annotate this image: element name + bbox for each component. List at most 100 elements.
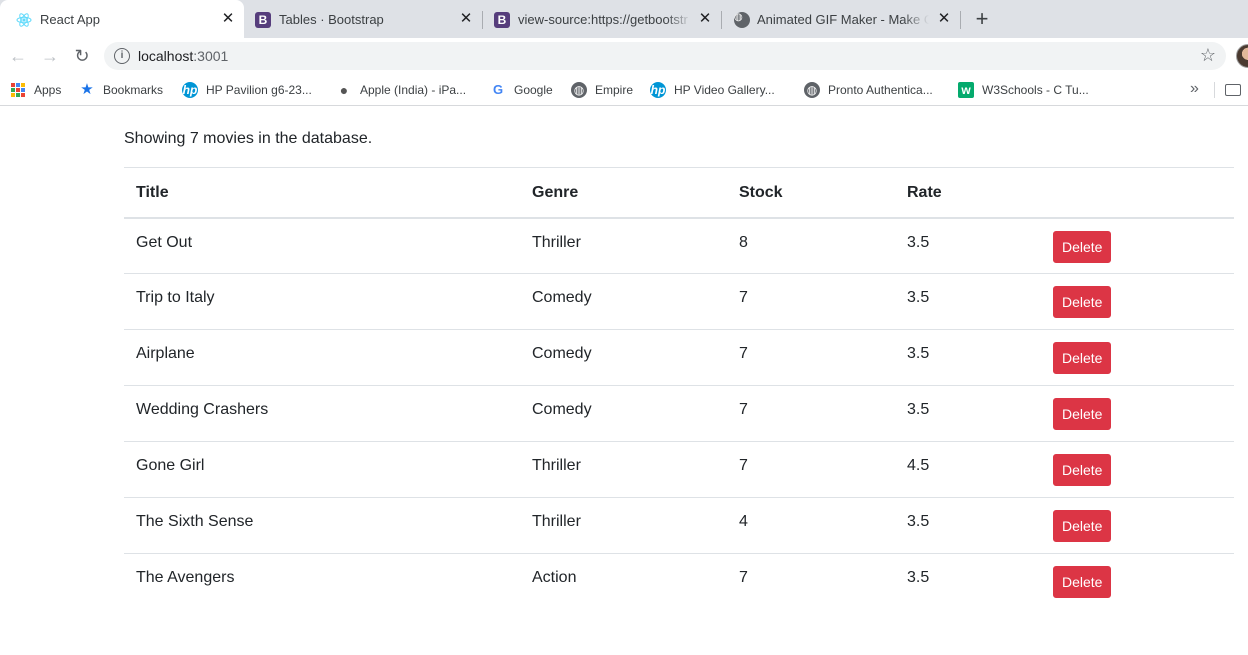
table-row: The Avengers Action 7 3.5 Delete [124, 554, 1234, 610]
movie-stock: 7 [739, 401, 748, 418]
movie-rate: 3.5 [907, 289, 930, 306]
movie-stock: 8 [739, 233, 748, 251]
back-arrow-icon[interactable]: ← [8, 46, 28, 66]
close-tab-icon[interactable]: ✕ [697, 11, 713, 27]
table-row: Gone Girl Thriller 7 4.5 Delete [124, 442, 1234, 498]
bookmark-w3schools[interactable]: w W3Schools - C Tu... [958, 82, 1089, 98]
url-text[interactable]: localhost:3001 [138, 48, 228, 64]
tab-react-app[interactable]: React App ✕ [0, 0, 244, 38]
movie-rate: 4.5 [907, 457, 930, 474]
delete-button[interactable]: Delete [1053, 230, 1112, 263]
tab-strip: React App ✕ B Tables · Bootstrap ✕ B vie… [0, 0, 1248, 38]
bookmark-label: Pronto Authentica... [828, 83, 933, 97]
movie-rate: 3.5 [907, 513, 930, 530]
movie-title: The Avengers [136, 569, 235, 586]
more-bookmarks-icon[interactable]: » [1190, 80, 1199, 98]
movie-rate: 3.5 [907, 569, 930, 586]
hp-icon: hp [650, 82, 666, 98]
movie-actions: Delete [1041, 386, 1234, 442]
tab-divider [960, 11, 961, 29]
url-host: localhost [138, 48, 194, 64]
bookmark-label: Google [514, 83, 553, 97]
tab-view-source[interactable]: B view-source:https://getbootstr ✕ [483, 0, 721, 38]
movie-genre: Thriller [532, 513, 581, 530]
bookmark-label: Apps [34, 83, 62, 97]
delete-button[interactable]: Delete [1053, 566, 1112, 598]
delete-button[interactable]: Delete [1053, 454, 1112, 486]
forward-arrow-icon[interactable]: → [40, 46, 60, 66]
tab-animated-gif-maker[interactable]: ◍ Animated GIF Maker - Make GI ✕ [722, 0, 960, 38]
bookmark-label: W3Schools - C Tu... [982, 83, 1089, 97]
bootstrap-icon: B [494, 12, 510, 28]
movie-rate: 3.5 [907, 401, 930, 418]
reload-icon[interactable]: ↻ [72, 46, 92, 66]
movie-genre: Action [532, 569, 577, 586]
bookmark-hp-video-gallery[interactable]: hp HP Video Gallery... [650, 82, 775, 98]
movie-title: Wedding Crashers [136, 401, 269, 418]
delete-button[interactable]: Delete [1053, 342, 1112, 374]
movie-title: Get Out [136, 233, 193, 251]
bookmark-pronto[interactable]: ◍ Pronto Authentica... [804, 82, 933, 98]
w3schools-icon: w [958, 82, 974, 98]
url-port: :3001 [193, 48, 229, 64]
column-header-title: Title [136, 184, 169, 201]
globe-icon: ◍ [734, 12, 750, 28]
movie-title: Gone Girl [136, 457, 205, 474]
bookmark-label: HP Pavilion g6-23... [206, 83, 312, 97]
table-row: The Sixth Sense Thriller 4 3.5 Delete [124, 498, 1234, 554]
bookmark-star-icon[interactable]: ☆ [1198, 45, 1218, 65]
table-row: Airplane Comedy 7 3.5 Delete [124, 330, 1234, 386]
bookmark-hp-pavilion[interactable]: hp HP Pavilion g6-23... [182, 82, 312, 98]
movie-rate: 3.5 [907, 233, 930, 251]
close-tab-icon[interactable]: ✕ [936, 11, 952, 27]
other-bookmarks-folder-icon[interactable] [1225, 84, 1241, 96]
close-tab-icon[interactable]: ✕ [220, 11, 236, 27]
tab-title: Tables · Bootstrap [279, 12, 384, 27]
movie-genre: Comedy [532, 289, 592, 306]
table-header-row: Title Genre Stock Rate [124, 167, 1234, 218]
hp-icon: hp [182, 82, 198, 98]
bootstrap-icon: B [255, 12, 271, 28]
bookmark-empire[interactable]: ◍ Empire [571, 82, 633, 98]
google-icon: G [492, 82, 504, 97]
bookmark-google[interactable]: G Google [490, 82, 553, 98]
movie-count-summary: Showing 7 movies in the database. [124, 130, 373, 147]
react-icon [16, 13, 32, 27]
tab-title: React App [40, 12, 100, 27]
close-tab-icon[interactable]: ✕ [458, 11, 474, 27]
movie-actions: Delete [1041, 274, 1234, 330]
new-tab-button[interactable]: + [972, 8, 992, 30]
bookmark-label: HP Video Gallery... [674, 83, 775, 97]
movie-genre: Thriller [532, 233, 581, 251]
bookmark-label: Empire [595, 83, 634, 97]
globe-icon: ◍ [804, 82, 820, 98]
tab-title: Animated GIF Maker - Make GI [757, 12, 929, 27]
movie-stock: 7 [739, 457, 748, 474]
bookmarks-divider [1214, 82, 1215, 98]
movie-title: Airplane [136, 345, 195, 362]
column-header-actions [1041, 168, 1234, 218]
movie-actions: Delete [1041, 498, 1234, 554]
tab-tables-bootstrap[interactable]: B Tables · Bootstrap ✕ [244, 0, 482, 38]
bookmark-apps[interactable]: Apps [10, 82, 61, 98]
column-header-rate: Rate [907, 184, 942, 201]
site-info-icon[interactable]: i [114, 48, 130, 64]
star-icon: ★ [80, 81, 94, 98]
address-bar[interactable] [104, 42, 1226, 70]
globe-icon: ◍ [571, 82, 587, 98]
movie-rate: 3.5 [907, 345, 930, 362]
movie-actions: Delete [1041, 554, 1234, 610]
apps-grid-icon [11, 83, 25, 97]
bookmark-bookmarks[interactable]: ★ Bookmarks [79, 82, 163, 98]
delete-button[interactable]: Delete [1053, 510, 1112, 542]
movie-genre: Comedy [532, 401, 592, 418]
delete-button[interactable]: Delete [1053, 286, 1112, 318]
movie-actions: Delete [1041, 218, 1234, 274]
bookmarks-bar: Apps ★ Bookmarks hp HP Pavilion g6-23...… [0, 74, 1248, 106]
delete-button[interactable]: Delete [1053, 398, 1112, 430]
movies-table: Title Genre Stock Rate Get Out Thriller … [124, 167, 1234, 610]
movie-stock: 7 [739, 345, 748, 362]
bookmark-label: Bookmarks [103, 83, 164, 97]
bookmark-apple-india[interactable]: ● Apple (India) - iPa... [336, 82, 466, 98]
table-row: Get Out Thriller 8 3.5 Delete [124, 218, 1234, 274]
